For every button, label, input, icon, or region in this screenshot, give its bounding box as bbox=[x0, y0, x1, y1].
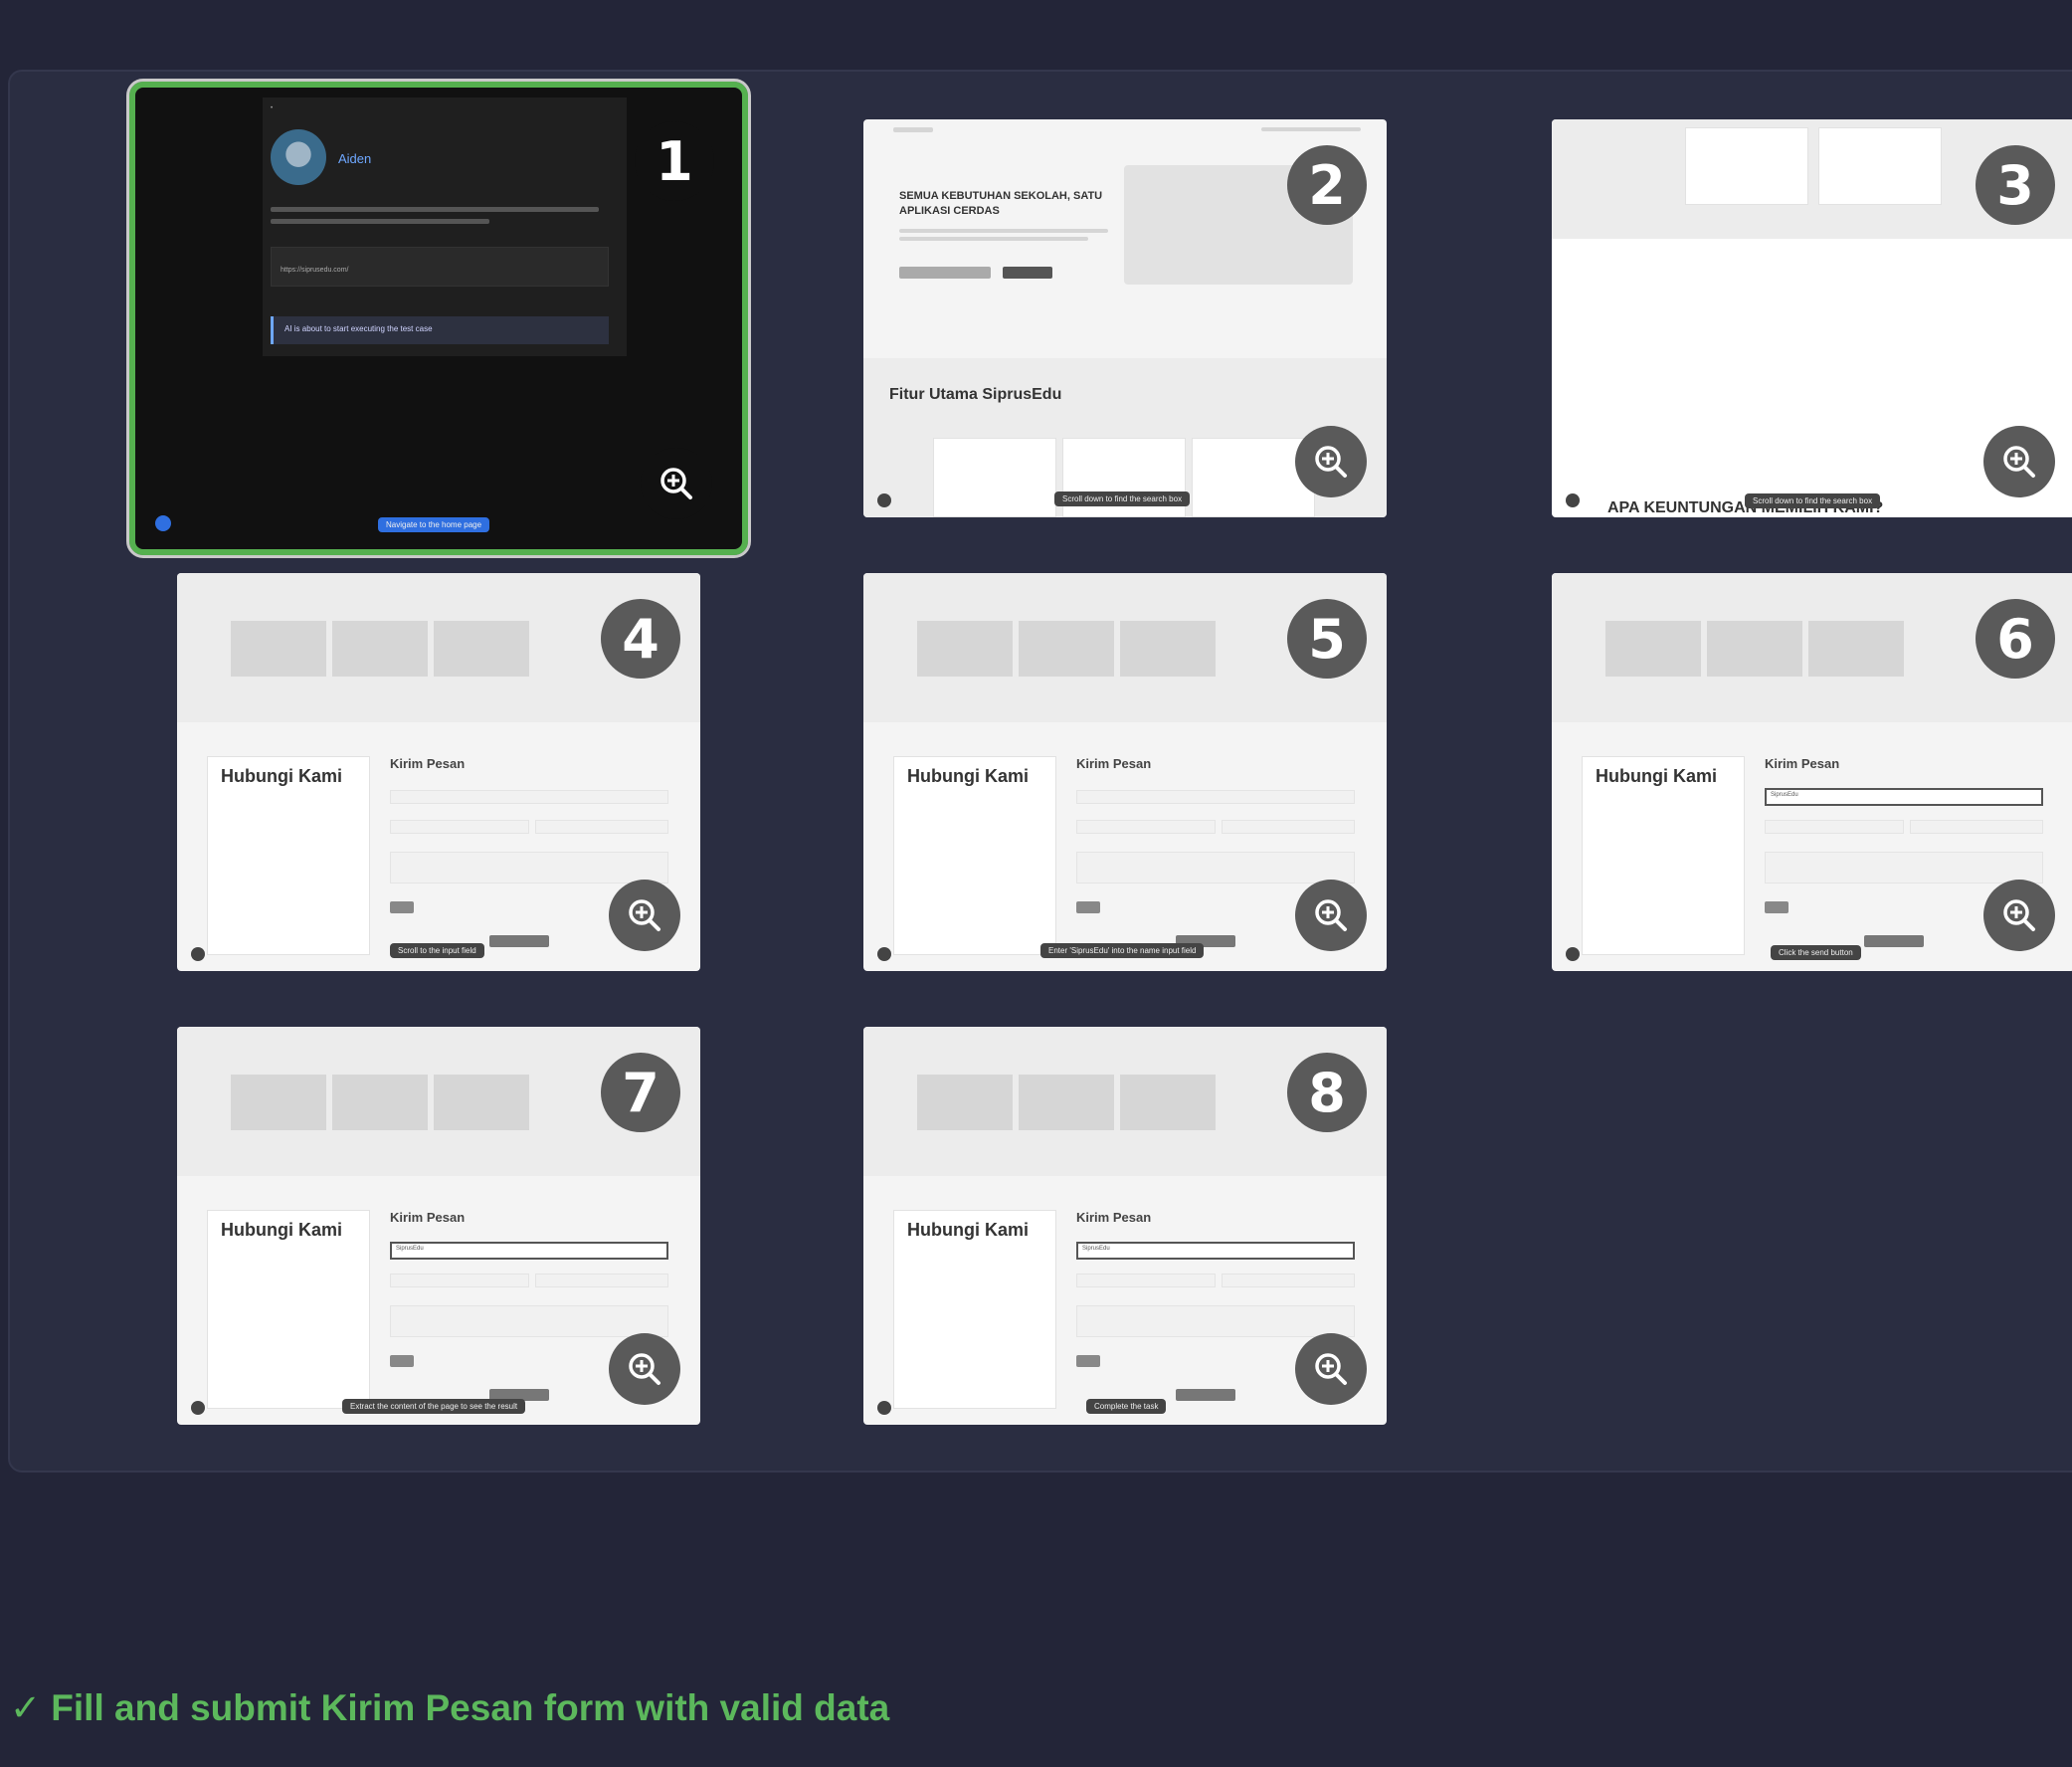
step-number-badge: 3 bbox=[1976, 145, 2055, 225]
status-dot bbox=[877, 947, 891, 961]
name-input[interactable]: SiprusEdu bbox=[1076, 1242, 1355, 1260]
check-icon: ✓ bbox=[10, 1687, 42, 1728]
email-input[interactable] bbox=[535, 1274, 668, 1287]
task-status: ✓ Fill and submit Kirim Pesan form with … bbox=[10, 1686, 889, 1729]
step-tooltip: Enter 'SiprusEdu' into the name input fi… bbox=[1040, 943, 1205, 958]
phone-input[interactable] bbox=[1076, 1274, 1216, 1287]
thumbnail-2[interactable]: SEMUA KEBUTUHAN SEKOLAH, SATU APLIKASI C… bbox=[863, 119, 1387, 517]
send-button[interactable] bbox=[1076, 1355, 1100, 1367]
thumbnail-7[interactable]: Hubungi Kami Kirim Pesan SiprusEdu Extra… bbox=[177, 1027, 700, 1425]
status-dot bbox=[155, 515, 171, 531]
phone-input[interactable] bbox=[390, 1274, 529, 1287]
thumbnail-4[interactable]: Hubungi Kami Kirim Pesan Scroll to the i… bbox=[177, 573, 700, 971]
message-input[interactable] bbox=[390, 1305, 668, 1337]
zoom-in-icon[interactable] bbox=[1983, 880, 2055, 951]
form-title: Kirim Pesan bbox=[390, 1210, 466, 1225]
whatsapp-button[interactable] bbox=[1176, 1389, 1235, 1401]
name-input[interactable] bbox=[390, 790, 668, 804]
send-button[interactable] bbox=[1076, 901, 1100, 913]
send-button[interactable] bbox=[390, 1355, 414, 1367]
ai-notice: AI is about to start executing the test … bbox=[284, 324, 433, 333]
step-tooltip: Extract the content of the page to see t… bbox=[342, 1399, 526, 1414]
status-dot bbox=[1566, 493, 1580, 507]
contact-title: Hubungi Kami bbox=[907, 766, 1029, 786]
send-button[interactable] bbox=[390, 901, 414, 913]
email-input[interactable] bbox=[1910, 820, 2043, 834]
whatsapp-button[interactable] bbox=[489, 935, 549, 947]
form-title: Kirim Pesan bbox=[1076, 1210, 1152, 1225]
status-dot bbox=[191, 1401, 205, 1415]
contact-title: Hubungi Kami bbox=[907, 1220, 1029, 1240]
hero-title: SEMUA KEBUTUHAN SEKOLAH, SATU APLIKASI C… bbox=[899, 190, 1103, 217]
email-input[interactable] bbox=[1222, 820, 1355, 834]
thumbnail-8[interactable]: Hubungi Kami Kirim Pesan SiprusEdu Compl… bbox=[863, 1027, 1387, 1425]
phone-input[interactable] bbox=[390, 820, 529, 834]
user-name: Aiden bbox=[338, 151, 372, 166]
step-number-badge: 8 bbox=[1287, 1053, 1367, 1132]
status-dot bbox=[1566, 947, 1580, 961]
zoom-in-icon[interactable] bbox=[609, 880, 680, 951]
contact-title: Hubungi Kami bbox=[1596, 766, 1717, 786]
form-title: Kirim Pesan bbox=[390, 756, 466, 771]
form-title: Kirim Pesan bbox=[1076, 756, 1152, 771]
step-number-badge: 6 bbox=[1976, 599, 2055, 679]
thumbnail-3[interactable]: APA KEUNTUNGAN MEMILIH KAMI? Scroll down… bbox=[1552, 119, 2072, 517]
status-dot bbox=[191, 947, 205, 961]
step-number-badge: 7 bbox=[601, 1053, 680, 1132]
contact-title: Hubungi Kami bbox=[221, 1220, 342, 1240]
step-number-badge: 2 bbox=[1287, 145, 1367, 225]
status-dot bbox=[877, 493, 891, 507]
message-input[interactable] bbox=[1076, 852, 1355, 884]
url-value: https://siprusedu.com/ bbox=[281, 267, 349, 274]
name-input[interactable] bbox=[1076, 790, 1355, 804]
send-button[interactable] bbox=[1765, 901, 1789, 913]
message-input[interactable] bbox=[390, 852, 668, 884]
phone-input[interactable] bbox=[1076, 820, 1216, 834]
phone-input[interactable] bbox=[1765, 820, 1904, 834]
step-tooltip: Scroll to the input field bbox=[390, 943, 484, 958]
zoom-in-icon[interactable] bbox=[609, 1333, 680, 1405]
section-title: Fitur Utama SiprusEdu bbox=[889, 386, 1062, 403]
zoom-in-icon[interactable] bbox=[1295, 426, 1367, 497]
task-status-text: Fill and submit Kirim Pesan form with va… bbox=[51, 1687, 890, 1728]
zoom-in-icon[interactable] bbox=[1295, 880, 1367, 951]
contact-title: Hubungi Kami bbox=[221, 766, 342, 786]
zoom-in-icon[interactable] bbox=[1983, 426, 2055, 497]
step-number-badge: 1 bbox=[635, 121, 714, 201]
step-tooltip: Click the send button bbox=[1771, 945, 1861, 960]
thumbnail-6[interactable]: Hubungi Kami Kirim Pesan SiprusEdu Click… bbox=[1552, 573, 2072, 971]
status-dot bbox=[877, 1401, 891, 1415]
name-input[interactable]: SiprusEdu bbox=[390, 1242, 668, 1260]
step-tooltip: Scroll down to find the search box bbox=[1745, 493, 1881, 508]
zoom-in-icon[interactable] bbox=[1295, 1333, 1367, 1405]
step-number-badge: 4 bbox=[601, 599, 680, 679]
zoom-in-icon[interactable] bbox=[641, 448, 712, 519]
step-tooltip: Complete the task bbox=[1086, 1399, 1167, 1414]
email-input[interactable] bbox=[1222, 1274, 1355, 1287]
thumbnail-5[interactable]: Hubungi Kami Kirim Pesan Enter 'SiprusEd… bbox=[863, 573, 1387, 971]
email-input[interactable] bbox=[535, 820, 668, 834]
whatsapp-button[interactable] bbox=[1864, 935, 1924, 947]
step-tooltip: Navigate to the home page bbox=[378, 517, 490, 532]
thumbnail-1[interactable]: • Aiden https://siprusedu.com/ AI is abo… bbox=[126, 79, 751, 558]
step-tooltip: Scroll down to find the search box bbox=[1054, 491, 1191, 506]
message-input[interactable] bbox=[1765, 852, 2043, 884]
name-input[interactable]: SiprusEdu bbox=[1765, 788, 2043, 806]
step-number-badge: 5 bbox=[1287, 599, 1367, 679]
message-input[interactable] bbox=[1076, 1305, 1355, 1337]
form-title: Kirim Pesan bbox=[1765, 756, 1840, 771]
avatar bbox=[271, 129, 326, 185]
